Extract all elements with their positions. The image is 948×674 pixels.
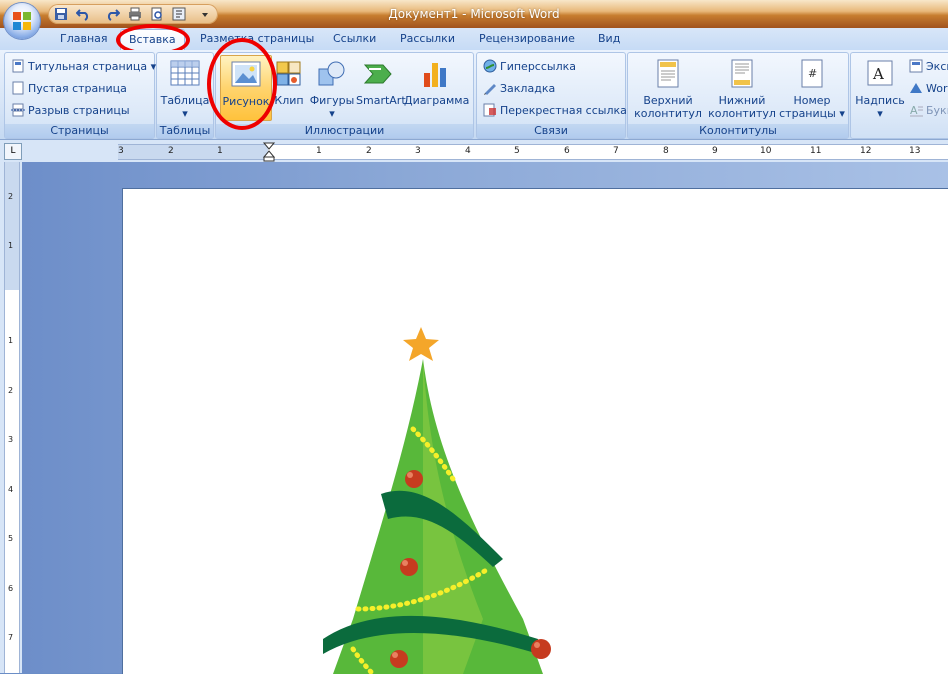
office-logo-icon bbox=[13, 12, 31, 30]
tab-mailings[interactable]: Рассылки bbox=[400, 32, 455, 45]
ruler-number: 7 bbox=[8, 633, 14, 642]
cross-reference-button[interactable]: Перекрестная ссылка bbox=[483, 103, 627, 117]
smartart-icon bbox=[363, 64, 392, 84]
svg-text:A: A bbox=[872, 65, 884, 83]
tab-selector-button[interactable]: L bbox=[4, 143, 22, 160]
group-links: Гиперссылка Закладка Перекрестная ссылка… bbox=[476, 52, 627, 139]
blank-page-icon bbox=[12, 81, 24, 95]
vertical-ruler[interactable]: 2 1 1 2 3 4 5 6 7 bbox=[0, 162, 22, 673]
ruler-number: 1 bbox=[8, 336, 14, 345]
tab-view[interactable]: Вид bbox=[598, 32, 620, 45]
ruler-number: 3 bbox=[118, 146, 124, 156]
ruler-number: 6 bbox=[8, 584, 14, 593]
annotation-circle-picture bbox=[207, 38, 277, 130]
ruler-number: 5 bbox=[8, 534, 14, 543]
quick-parts-button[interactable]: Эксп bbox=[909, 59, 948, 73]
vertical-ruler-strip: 2 1 1 2 3 4 5 6 7 bbox=[4, 162, 20, 673]
page-break-icon bbox=[11, 103, 25, 117]
text-box-button[interactable]: A Надпись ▾ bbox=[855, 59, 905, 120]
svg-text:A: A bbox=[910, 104, 918, 117]
ruler-number: 3 bbox=[415, 146, 421, 156]
ruler-number: 7 bbox=[613, 146, 619, 156]
shapes-icon bbox=[318, 61, 345, 86]
clip-art-icon bbox=[276, 61, 301, 86]
group-tables: Таблица ▾ Таблицы bbox=[156, 52, 214, 139]
ruler-number: 1 bbox=[8, 241, 14, 250]
shapes-button[interactable]: Фигуры ▾ bbox=[308, 59, 356, 120]
vertical-ruler-margin bbox=[5, 162, 19, 290]
wordart-button[interactable]: Wor bbox=[909, 81, 947, 95]
horizontal-ruler-row: L 3 2 1 1 2 3 4 5 6 7 8 9 10 11 12 13 bbox=[0, 140, 948, 162]
chart-button[interactable]: Диаграмма bbox=[404, 59, 469, 107]
group-label-tables: Таблицы bbox=[157, 124, 213, 138]
tab-references[interactable]: Ссылки bbox=[333, 32, 376, 45]
hyperlink-icon bbox=[483, 59, 497, 73]
page-break-button[interactable]: Разрыв страницы bbox=[11, 103, 130, 117]
ruler-margin-area bbox=[118, 145, 268, 159]
christmas-tree-image[interactable] bbox=[313, 319, 563, 674]
indent-marker-icon[interactable] bbox=[263, 142, 275, 162]
horizontal-ruler[interactable]: 3 2 1 1 2 3 4 5 6 7 8 9 10 11 12 13 bbox=[118, 142, 948, 162]
ribbon: Титульная страница ▾ Пустая страница Раз… bbox=[0, 38, 948, 140]
ruler-number: 2 bbox=[366, 146, 372, 156]
group-text: A Надпись▾ Эксп Wor AБукв bbox=[850, 52, 948, 139]
ruler-number: 9 bbox=[712, 146, 718, 156]
clip-art-button[interactable]: Клип bbox=[272, 59, 306, 107]
smartart-button[interactable]: SmartArt bbox=[356, 59, 406, 107]
ruler-number: 3 bbox=[8, 435, 14, 444]
footer-button[interactable]: Нижнийколонтитул ▾ bbox=[706, 59, 778, 133]
quick-parts-icon bbox=[909, 59, 923, 73]
ruler-number: 5 bbox=[514, 146, 520, 156]
header-icon bbox=[657, 59, 679, 88]
ruler-number: 2 bbox=[8, 192, 14, 201]
hyperlink-button[interactable]: Гиперссылка bbox=[483, 59, 576, 73]
group-label-pages: Страницы bbox=[5, 124, 154, 138]
svg-text:#: # bbox=[808, 67, 817, 80]
ruler-number: 2 bbox=[168, 146, 174, 156]
group-pages: Титульная страница ▾ Пустая страница Раз… bbox=[4, 52, 156, 139]
ruler-number: 1 bbox=[217, 146, 223, 156]
cross-reference-icon bbox=[483, 103, 496, 117]
footer-icon bbox=[731, 59, 753, 88]
chart-icon bbox=[424, 63, 446, 87]
tab-home[interactable]: Главная bbox=[60, 32, 108, 45]
ruler-number: 1 bbox=[316, 146, 322, 156]
group-label-header-footer: Колонтитулы bbox=[628, 124, 848, 138]
ruler-number: 8 bbox=[663, 146, 669, 156]
header-button[interactable]: Верхнийколонтитул ▾ bbox=[630, 59, 706, 133]
drop-cap-button[interactable]: AБукв bbox=[909, 103, 948, 117]
bookmark-button[interactable]: Закладка bbox=[483, 81, 555, 95]
page-number-icon: # bbox=[801, 59, 823, 88]
office-button[interactable] bbox=[4, 3, 40, 39]
drop-cap-icon: A bbox=[910, 104, 923, 117]
wordart-icon bbox=[910, 83, 922, 93]
ruler-number: 4 bbox=[465, 146, 471, 156]
table-icon bbox=[170, 60, 200, 86]
ruler-number: 2 bbox=[8, 386, 14, 395]
ruler-number: 4 bbox=[8, 485, 14, 494]
document-page[interactable] bbox=[122, 188, 948, 674]
cover-page-icon bbox=[12, 59, 24, 73]
page-number-button[interactable]: # Номер страницы ▾ bbox=[778, 59, 846, 120]
tab-review[interactable]: Рецензирование bbox=[479, 32, 575, 45]
ruler-number: 6 bbox=[564, 146, 570, 156]
blank-page-button[interactable]: Пустая страница bbox=[11, 81, 127, 95]
cover-page-button[interactable]: Титульная страница ▾ bbox=[11, 59, 156, 73]
group-label-links: Связи bbox=[477, 124, 625, 138]
window-title: Документ1 - Microsoft Word bbox=[388, 7, 560, 21]
bookmark-icon bbox=[484, 84, 496, 95]
group-header-footer: Верхнийколонтитул ▾ Нижнийколонтитул ▾ #… bbox=[627, 52, 849, 139]
text-box-icon: A bbox=[867, 60, 893, 86]
ruler-number: 11 bbox=[810, 146, 822, 156]
table-button[interactable]: Таблица ▾ bbox=[159, 59, 211, 120]
ruler-number: 12 bbox=[860, 146, 872, 156]
ruler-number: 13 bbox=[909, 146, 921, 156]
ruler-number: 10 bbox=[760, 146, 772, 156]
